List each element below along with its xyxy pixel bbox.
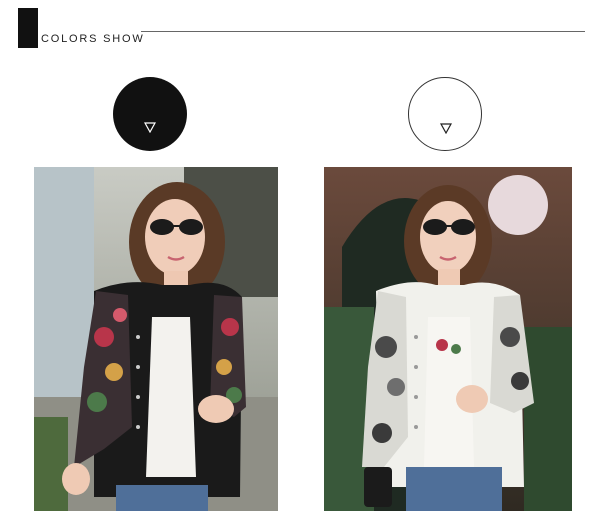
color-swatch-black[interactable] <box>113 77 187 151</box>
triangle-down-icon <box>440 123 452 134</box>
triangle-down-icon <box>144 122 156 133</box>
header-accent-block <box>18 8 38 48</box>
header-divider <box>141 31 585 32</box>
section-title: COLORS SHOW <box>41 33 145 45</box>
color-swatch-white[interactable] <box>408 77 482 151</box>
product-photo-black <box>34 167 278 511</box>
product-photo-white <box>324 167 572 511</box>
model-white-jacket-image <box>324 167 572 511</box>
model-black-jacket-image <box>34 167 278 511</box>
